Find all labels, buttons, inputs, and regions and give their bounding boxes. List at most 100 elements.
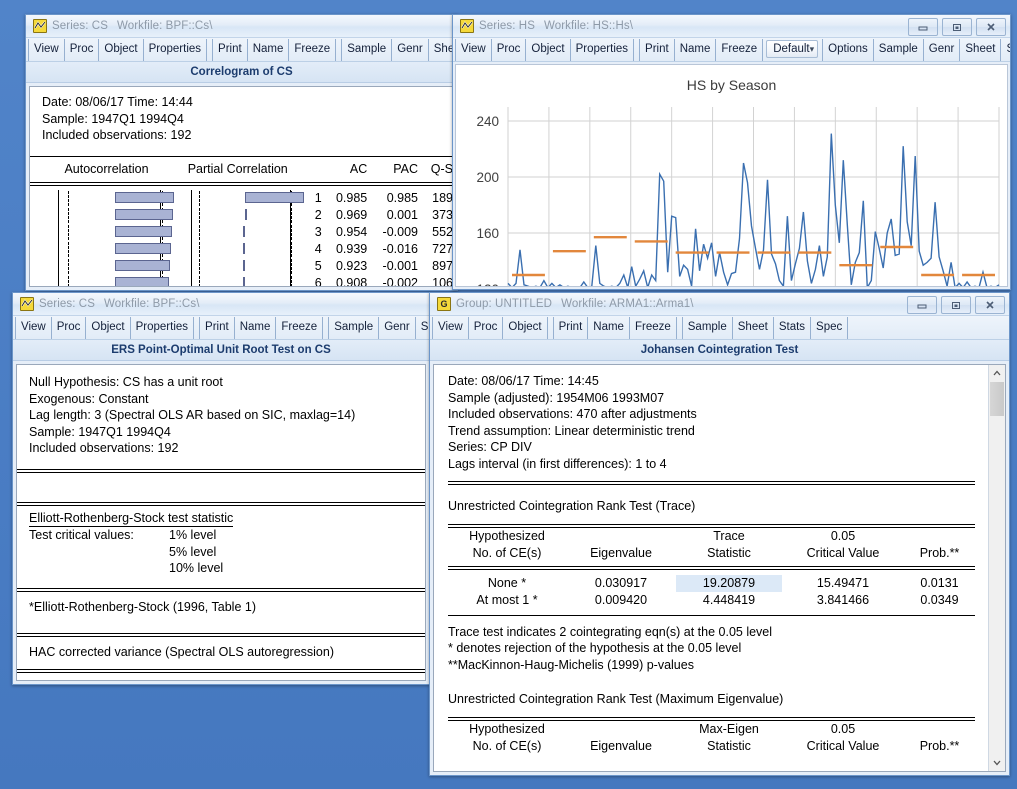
- toolbar-button-print[interactable]: Print: [639, 39, 675, 61]
- restore-button[interactable]: [941, 296, 971, 314]
- toolbar-button-object[interactable]: Object: [502, 317, 547, 339]
- toolbar-button-properties[interactable]: Properties: [130, 317, 194, 339]
- column-header-eigenvalue-top: [566, 721, 676, 738]
- toolbar-hs-graph[interactable]: View Proc Object Properties Print Name F…: [453, 38, 1010, 62]
- toolbar-button-freeze[interactable]: Freeze: [275, 317, 323, 339]
- toolbar-button-object[interactable]: Object: [525, 39, 570, 61]
- toolbar-button-sheet[interactable]: Sheet: [732, 317, 774, 339]
- vertical-scrollbar[interactable]: [988, 365, 1005, 771]
- close-button[interactable]: [975, 296, 1005, 314]
- toolbar-button-freeze[interactable]: Freeze: [715, 39, 763, 61]
- column-header-critical-top: 0.05: [782, 721, 904, 738]
- toolbar-button-stats[interactable]: S: [1000, 39, 1010, 61]
- ers-info: Null Hypothesis: CS has a unit root Exog…: [17, 365, 425, 463]
- toolbar-button-stats[interactable]: Stats: [773, 317, 811, 339]
- autocorrelation-bar-cell: [40, 224, 173, 241]
- partial-correlation-bar: [243, 260, 245, 271]
- maxeig-test-table: Hypothesized Max-Eigen 0.05 No. of CE(s)…: [448, 721, 975, 755]
- toolbar-button-properties[interactable]: Properties: [570, 39, 634, 61]
- table-row[interactable]: At most 1 *0.0094204.4484193.8414660.034…: [448, 592, 975, 609]
- pac-value: -0.009: [367, 224, 418, 241]
- toolbar-johansen-test[interactable]: View Proc Object Print Name Freeze Sampl…: [430, 316, 1009, 340]
- window-controls-hs-graph[interactable]: [908, 18, 1006, 36]
- titlebar-correlogram[interactable]: Series: CSWorkfile: BPF::Cs\: [26, 15, 457, 38]
- toolbar-button-sample[interactable]: Sample: [328, 317, 379, 339]
- toolbar-button-genr[interactable]: Genr: [391, 39, 429, 61]
- minimize-button[interactable]: [908, 18, 938, 36]
- cell-eigenvalue[interactable]: 0.030917: [566, 575, 676, 592]
- trace-test-body[interactable]: None *0.03091719.2087915.494710.0131At m…: [448, 575, 975, 609]
- column-header-critical-top: 0.05: [782, 528, 904, 545]
- toolbar-button-name[interactable]: Name: [674, 39, 717, 61]
- toolbar-button-genr[interactable]: Genr: [923, 39, 961, 61]
- cell-hypothesized[interactable]: At most 1 *: [448, 592, 566, 609]
- ac-value: 0.908: [322, 275, 368, 287]
- graph-template-dropdown[interactable]: Default ▾: [766, 40, 818, 58]
- scroll-up-button[interactable]: [989, 365, 1005, 381]
- cell-prob[interactable]: 0.0131: [904, 575, 975, 592]
- toolbar-button-object[interactable]: Object: [98, 39, 143, 61]
- toolbar-button-view[interactable]: View: [432, 317, 469, 339]
- column-header-qstat: Q-S: [418, 161, 453, 178]
- toolbar-button-view[interactable]: View: [455, 39, 492, 61]
- window-correlogram[interactable]: Series: CSWorkfile: BPF::Cs\ View Proc O…: [25, 14, 458, 291]
- cell-statistic[interactable]: 4.448419: [676, 592, 782, 609]
- toolbar-button-print[interactable]: Print: [199, 317, 235, 339]
- cell-critical-value[interactable]: 15.49471: [782, 575, 904, 592]
- cell-critical-value[interactable]: 3.841466: [782, 592, 904, 609]
- toolbar-ers-test[interactable]: View Proc Object Properties Print Name F…: [13, 316, 429, 340]
- toolbar-button-object[interactable]: Object: [85, 317, 130, 339]
- cell-prob[interactable]: 0.0349: [904, 592, 975, 609]
- toolbar-button-proc[interactable]: Proc: [491, 39, 527, 61]
- scroll-down-button[interactable]: [989, 755, 1005, 771]
- scrollbar-thumb[interactable]: [990, 382, 1004, 416]
- toolbar-button-proc[interactable]: Proc: [64, 39, 100, 61]
- cell-statistic[interactable]: 19.20879: [676, 575, 782, 592]
- ac-value: 0.939: [322, 241, 368, 258]
- toolbar-button-properties[interactable]: Properties: [143, 39, 207, 61]
- toolbar-button-sample[interactable]: Sample: [682, 317, 733, 339]
- toolbar-button-freeze[interactable]: Freeze: [288, 39, 336, 61]
- correlogram-row: 50.923-0.001897: [40, 258, 453, 275]
- toolbar-button-genr[interactable]: Genr: [378, 317, 416, 339]
- toolbar-button-proc[interactable]: Proc: [51, 317, 87, 339]
- divider: [17, 669, 425, 673]
- restore-button[interactable]: [942, 18, 972, 36]
- toolbar-button-view[interactable]: View: [15, 317, 52, 339]
- minimize-button[interactable]: [907, 296, 937, 314]
- toolbar-button-sheet[interactable]: Sheet: [959, 39, 1001, 61]
- table-header-row: No. of CE(s) Eigenvalue Statistic Critic…: [448, 545, 975, 562]
- correlogram-row: 30.954-0.009552: [40, 224, 453, 241]
- toolbar-button-name[interactable]: Name: [247, 39, 290, 61]
- window-johansen-test[interactable]: G Group: UNTITLEDWorkfile: ARMA1::Arma1\…: [429, 292, 1010, 776]
- cell-hypothesized[interactable]: None *: [448, 575, 566, 592]
- window-ers-test[interactable]: Series: CSWorkfile: BPF::Cs\ View Proc O…: [12, 292, 430, 685]
- toolbar-button-view[interactable]: View: [28, 39, 65, 61]
- cell-eigenvalue[interactable]: 0.009420: [566, 592, 676, 609]
- window-hs-graph[interactable]: Series: HSWorkfile: HS::Hs\ View Proc Ob…: [452, 14, 1011, 290]
- close-button[interactable]: [976, 18, 1006, 36]
- pac-value: -0.001: [367, 258, 418, 275]
- toolbar-button-spec[interactable]: Spec: [810, 317, 848, 339]
- table-row[interactable]: None *0.03091719.2087915.494710.0131: [448, 575, 975, 592]
- toolbar-correlogram[interactable]: View Proc Object Properties Print Name F…: [26, 38, 457, 62]
- toolbar-button-sample[interactable]: Sample: [341, 39, 392, 61]
- titlebar-ers-test[interactable]: Series: CSWorkfile: BPF::Cs\: [13, 293, 429, 316]
- toolbar-button-options[interactable]: Options: [822, 39, 874, 61]
- toolbar-button-name[interactable]: Name: [587, 317, 630, 339]
- toolbar-button-sample[interactable]: Sample: [873, 39, 924, 61]
- toolbar-button-print[interactable]: Print: [553, 317, 589, 339]
- toolbar-button-sheet[interactable]: Sheet: [415, 317, 429, 339]
- titlebar-hs-graph[interactable]: Series: HSWorkfile: HS::Hs\: [453, 15, 1010, 38]
- info-line: Null Hypothesis: CS has a unit root: [29, 374, 415, 391]
- toolbar-button-proc[interactable]: Proc: [468, 317, 504, 339]
- partial-correlation-bar-cell: [173, 241, 303, 258]
- toolbar-button-freeze[interactable]: Freeze: [629, 317, 677, 339]
- titlebar-johansen-test[interactable]: G Group: UNTITLEDWorkfile: ARMA1::Arma1\: [430, 293, 1009, 316]
- lag-number: 2: [303, 207, 322, 224]
- critical-level: 5% level: [169, 545, 216, 559]
- toolbar-button-print[interactable]: Print: [212, 39, 248, 61]
- toolbar-button-name[interactable]: Name: [234, 317, 277, 339]
- window-controls-johansen-test[interactable]: [907, 296, 1005, 314]
- ac-value: 0.969: [322, 207, 368, 224]
